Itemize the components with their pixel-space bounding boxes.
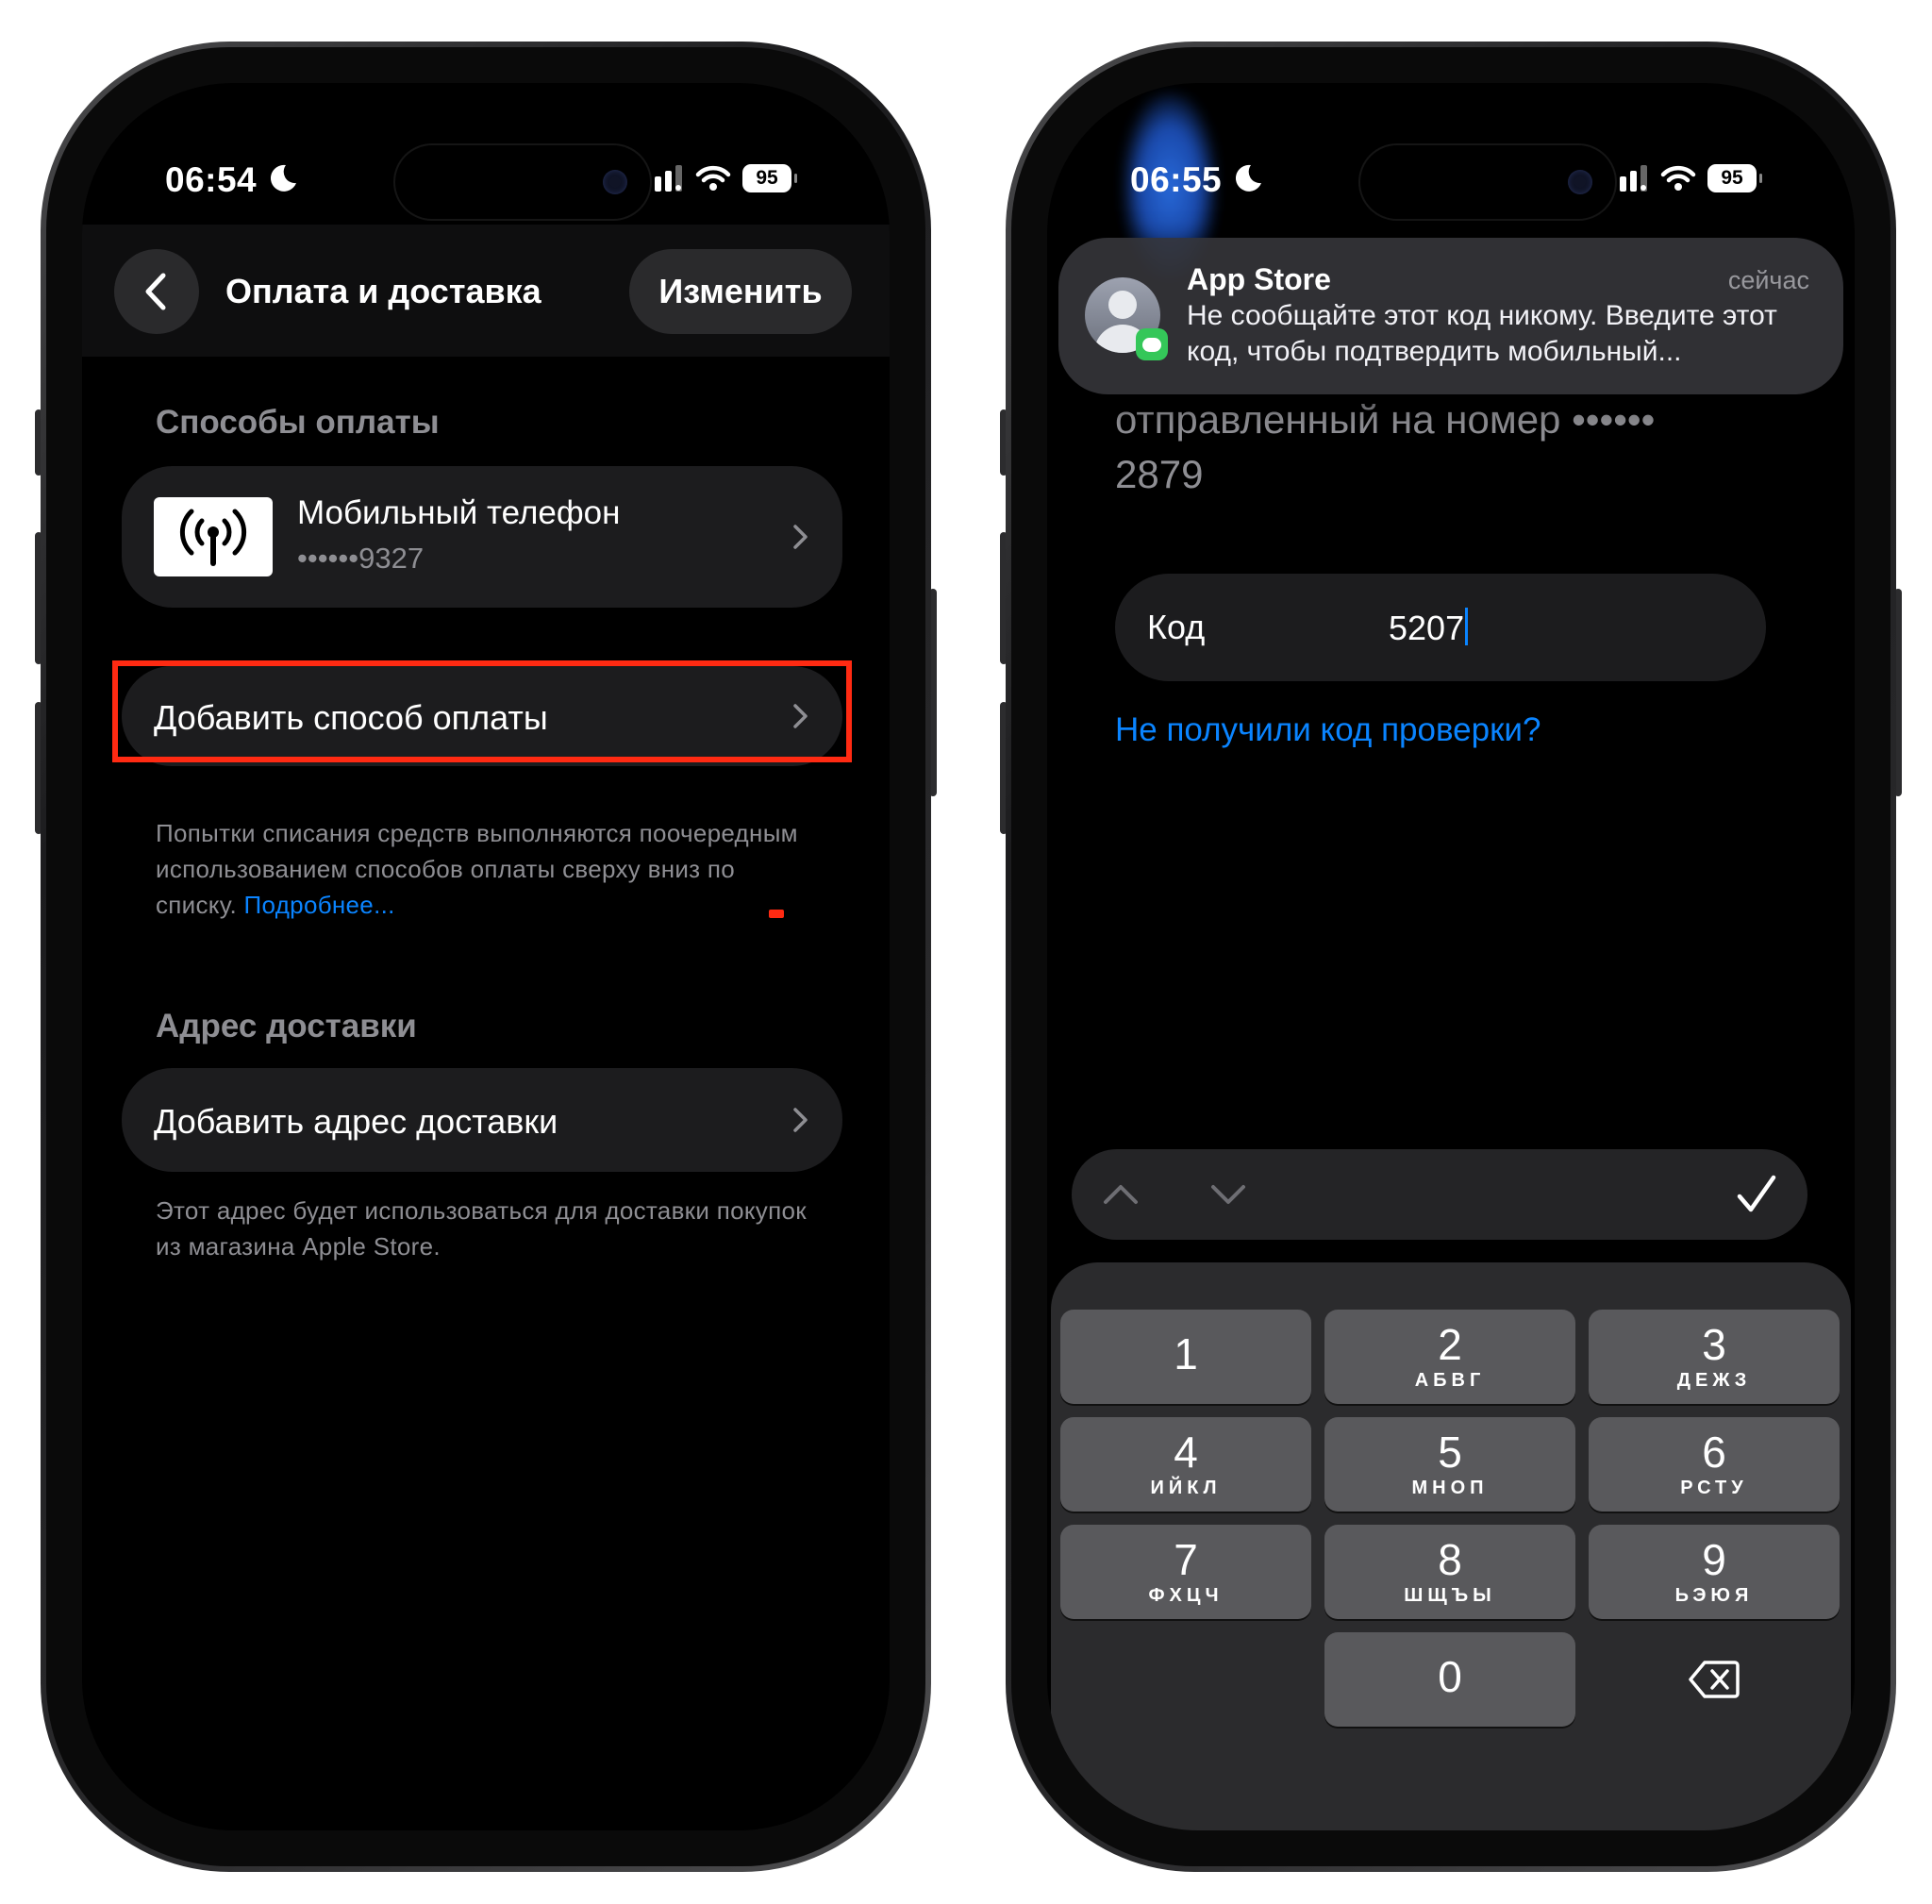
code-input[interactable]: Код 5207	[1115, 574, 1766, 681]
checkmark-icon[interactable]	[1734, 1172, 1779, 1217]
wifi-icon	[695, 165, 731, 191]
key-8[interactable]: 8 ШЩЪЫ	[1324, 1525, 1575, 1619]
sent-to-number-text: отправленный на номер •••••• 2879	[1115, 392, 1794, 502]
key-7[interactable]: 7 ФХЦЧ	[1060, 1525, 1311, 1619]
sent-line-2: 2879	[1115, 452, 1204, 496]
delivery-footnote: Этот адрес будет использоваться для дост…	[156, 1196, 807, 1261]
edit-button[interactable]: Изменить	[629, 249, 852, 334]
moon-icon	[270, 164, 296, 192]
code-value-text: 5207	[1389, 609, 1465, 647]
chevron-right-icon	[793, 525, 808, 549]
key-0[interactable]: 0	[1324, 1632, 1575, 1727]
delete-key-icon	[1689, 1661, 1740, 1698]
arrow-down-icon[interactable]	[1206, 1172, 1251, 1217]
key-3[interactable]: 3 ДЕЖЗ	[1589, 1310, 1840, 1404]
messages-badge-icon	[1136, 328, 1168, 360]
moon-icon	[1235, 164, 1261, 192]
back-button[interactable]	[114, 249, 199, 334]
add-delivery-address-label: Добавить адрес доставки	[154, 1102, 558, 1141]
status-time: 06:54	[165, 160, 258, 199]
notification-banner[interactable]: App Store сейчас Не сообщайте этот код н…	[1058, 238, 1843, 394]
red-annotation-mark	[769, 910, 784, 918]
code-value[interactable]: 5207	[1389, 608, 1469, 648]
key-5[interactable]: 5 МНОП	[1324, 1417, 1575, 1512]
delete-key[interactable]	[1589, 1632, 1840, 1727]
key-1[interactable]: 1	[1060, 1310, 1311, 1404]
page-title: Оплата и доставка	[225, 272, 541, 310]
highlight-box	[112, 660, 852, 762]
notification-body: Не сообщайте этот код никому. Введите эт…	[1187, 300, 1777, 367]
payment-methods-title: Способы оплаты	[156, 404, 440, 441]
verification-code-screen: 06:55 95 отправленный на номер •••••• 28	[1047, 83, 1855, 1830]
notification-app-name: App Store	[1187, 262, 1331, 296]
arrow-up-icon[interactable]	[1098, 1172, 1143, 1217]
keyboard-toolbar	[1072, 1149, 1807, 1240]
signal-icon	[1609, 165, 1647, 192]
key-9[interactable]: 9 ЬЭЮЯ	[1589, 1525, 1840, 1619]
battery-indicator: 95	[1707, 164, 1762, 192]
mobile-payment-logo	[154, 497, 273, 576]
dynamic-island	[1360, 145, 1615, 219]
key-6[interactable]: 6 РСТУ	[1589, 1417, 1840, 1512]
payment-method-number: ••••••9327	[297, 542, 425, 575]
key-2[interactable]: 2 АБВГ	[1324, 1310, 1575, 1404]
code-label: Код	[1147, 608, 1206, 646]
payment-delivery-screen: 06:54 95 Оплата и доставка Изменить Спос…	[82, 83, 890, 1830]
numeric-keypad: 1 2 АБВГ 3 ДЕЖЗ 4 ИЙКЛ 5 МНОП 6 РСТУ 7 ФХЦЧ 8Ш…	[1051, 1262, 1851, 1830]
right-phone: 06:55 95 отправленный на номер •••••• 28	[1000, 42, 1902, 1872]
payment-method-name: Мобильный телефон	[297, 494, 621, 531]
sent-line-1: отправленный на номер ••••••	[1115, 397, 1656, 442]
text-cursor	[1465, 608, 1469, 645]
key-4[interactable]: 4 ИЙКЛ	[1060, 1417, 1311, 1512]
antenna-icon	[179, 509, 247, 566]
battery-indicator: 95	[742, 164, 797, 192]
wifi-icon	[1660, 165, 1696, 191]
notification-time: сейчас	[1727, 266, 1809, 294]
payment-method-row[interactable]: Мобильный телефон ••••••9327	[122, 466, 842, 608]
back-chevron-icon	[145, 273, 166, 310]
resend-code-link[interactable]: Не получили код проверки?	[1115, 711, 1541, 749]
payment-footnote: Попытки списания средств выполняются поо…	[156, 815, 807, 923]
dynamic-island	[395, 145, 650, 219]
delivery-address-title: Адрес доставки	[156, 1008, 417, 1044]
status-time: 06:55	[1130, 160, 1223, 199]
left-phone: 06:54 95 Оплата и доставка Изменить Спос…	[35, 42, 937, 1872]
add-delivery-address-button[interactable]: Добавить адрес доставки	[122, 1068, 842, 1172]
learn-more-link[interactable]: Подробнее...	[244, 891, 395, 919]
signal-icon	[644, 165, 682, 192]
chevron-right-icon	[793, 1108, 808, 1132]
